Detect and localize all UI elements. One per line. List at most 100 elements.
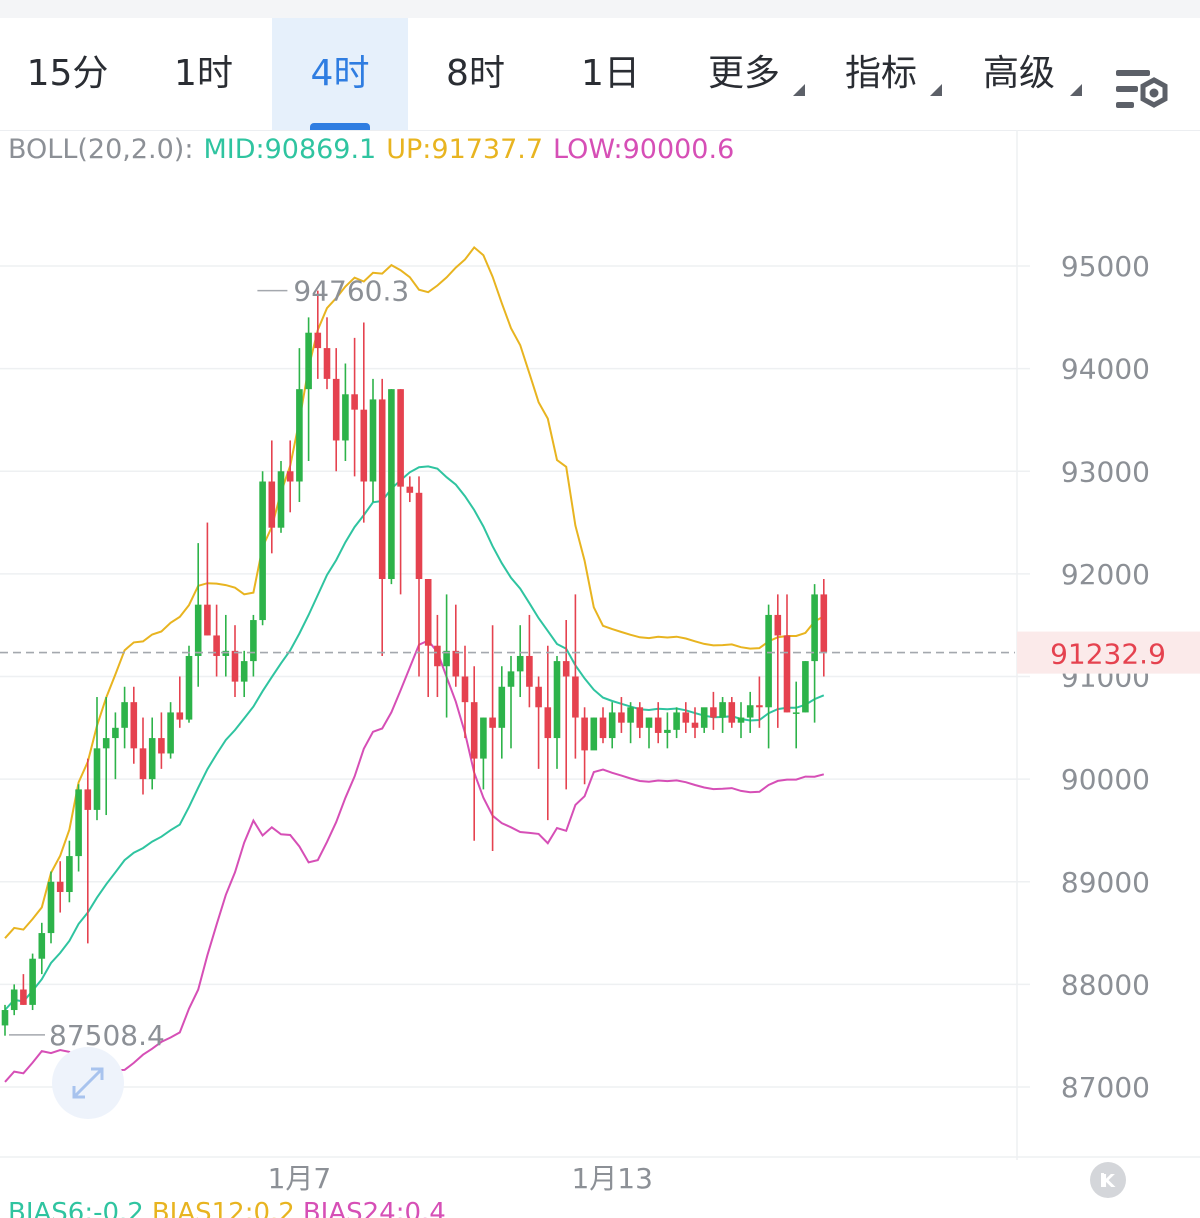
boll-upper-line bbox=[4, 245, 825, 939]
candle-body bbox=[553, 661, 561, 739]
candle-body bbox=[351, 394, 358, 410]
candle-body bbox=[516, 655, 524, 672]
candle-body bbox=[185, 655, 193, 720]
current-price-label: 91232.9 bbox=[1050, 638, 1166, 671]
candle-body bbox=[222, 650, 230, 656]
candle-body bbox=[204, 604, 211, 636]
bias6-value: BIAS6:-0.2 bbox=[8, 1198, 144, 1218]
dropdown-corner-icon bbox=[930, 84, 942, 96]
y-tick-label: 87000 bbox=[1061, 1071, 1150, 1104]
candle-body bbox=[654, 717, 662, 733]
candlestick-chart[interactable]: 9500094000930009200091000900008900088000… bbox=[0, 130, 1200, 1198]
candle-body bbox=[112, 727, 119, 739]
candle-body bbox=[176, 712, 184, 720]
candle-body bbox=[20, 989, 27, 1005]
candle-body bbox=[507, 671, 515, 687]
bias24-value: BIAS24:0.4 bbox=[302, 1198, 446, 1218]
candle-body bbox=[259, 481, 266, 621]
tab-1h[interactable]: 1时 bbox=[135, 18, 272, 130]
x-tick-label: 1月13 bbox=[571, 1162, 652, 1195]
candle-body bbox=[700, 707, 708, 728]
candle-body bbox=[342, 394, 349, 441]
tab-label: 15分 bbox=[26, 53, 109, 94]
candle-body bbox=[682, 712, 690, 723]
x-tick-label: 1月7 bbox=[268, 1162, 332, 1195]
low-label: 87508.4 bbox=[49, 1019, 165, 1052]
candle-body bbox=[498, 686, 506, 728]
candle-body bbox=[728, 702, 736, 723]
candle-body bbox=[581, 717, 588, 751]
tab-15m[interactable]: 15分 bbox=[0, 18, 135, 130]
candle-body bbox=[636, 707, 644, 728]
candle-body bbox=[746, 705, 754, 718]
candle-body bbox=[719, 702, 726, 718]
candle-body bbox=[194, 604, 202, 656]
candle-body bbox=[296, 389, 303, 482]
tab-label: 更多 bbox=[707, 53, 780, 94]
candle-body bbox=[599, 717, 607, 739]
status-strip bbox=[0, 0, 1200, 18]
tab-indicators[interactable]: 指标 bbox=[822, 18, 942, 130]
candle-body bbox=[756, 705, 763, 708]
candle-body bbox=[314, 332, 322, 349]
candle-body bbox=[56, 881, 64, 893]
candle-body bbox=[167, 712, 174, 754]
candle-body bbox=[360, 409, 368, 482]
candle-body bbox=[562, 661, 570, 677]
tab-4h[interactable]: 4时 bbox=[272, 18, 408, 130]
candle-body bbox=[388, 389, 395, 580]
candle-body bbox=[323, 348, 331, 379]
y-tick-label: 90000 bbox=[1061, 763, 1150, 796]
candle-body bbox=[1, 1010, 9, 1026]
candle-body bbox=[544, 707, 552, 739]
candle-body bbox=[627, 707, 634, 723]
candle-body bbox=[240, 661, 248, 682]
candle-body bbox=[38, 933, 46, 959]
candle-body bbox=[250, 620, 257, 662]
y-tick-label: 94000 bbox=[1061, 353, 1150, 386]
candle-body bbox=[645, 717, 653, 728]
candle-body bbox=[130, 702, 138, 749]
expand-arrows-icon[interactable] bbox=[52, 1047, 124, 1119]
candle-body bbox=[148, 738, 156, 780]
chart-settings-icon[interactable] bbox=[1112, 66, 1172, 118]
candle-body bbox=[783, 635, 791, 713]
candle-body bbox=[572, 676, 579, 718]
tab-label: 4时 bbox=[310, 53, 370, 94]
candle-body bbox=[84, 789, 92, 810]
tab-advanced[interactable]: 高级 bbox=[958, 18, 1082, 130]
y-tick-label: 89000 bbox=[1061, 866, 1150, 899]
candle-body bbox=[75, 789, 82, 857]
candle-body bbox=[535, 686, 542, 708]
candle-body bbox=[452, 650, 460, 677]
candle-body bbox=[618, 712, 625, 723]
candle-body bbox=[406, 486, 414, 493]
bias12-value: BIAS12:0.2 bbox=[151, 1198, 295, 1218]
candle-body bbox=[792, 712, 800, 714]
dropdown-corner-icon bbox=[793, 84, 805, 96]
candle-body bbox=[415, 492, 423, 580]
candle-body bbox=[268, 481, 276, 528]
candle-body bbox=[765, 614, 772, 708]
tab-8h[interactable]: 8时 bbox=[408, 18, 543, 130]
candle-body bbox=[158, 738, 165, 754]
candle-body bbox=[480, 717, 487, 759]
tab-label: 8时 bbox=[446, 53, 505, 94]
tab-1d[interactable]: 1日 bbox=[543, 18, 678, 130]
y-tick-label: 92000 bbox=[1061, 558, 1150, 591]
candle-body bbox=[820, 594, 828, 653]
timeframe-tabs: 15分 1时 4时 8时 1日 更多 指标 高级 bbox=[0, 18, 1200, 131]
boll-mid-line bbox=[4, 465, 825, 1011]
candle-body bbox=[664, 729, 671, 733]
candle-body bbox=[231, 650, 239, 682]
candle-body bbox=[305, 332, 312, 390]
candle-body bbox=[489, 717, 496, 728]
collapse-k-icon[interactable]: K bbox=[1090, 1162, 1126, 1198]
candle-body bbox=[737, 717, 745, 723]
dropdown-corner-icon bbox=[1070, 84, 1082, 96]
tab-label: 1时 bbox=[174, 53, 233, 94]
tab-more[interactable]: 更多 bbox=[685, 18, 805, 130]
tab-label: 高级 bbox=[982, 53, 1055, 94]
candle-body bbox=[774, 614, 782, 636]
active-tab-indicator bbox=[310, 123, 370, 130]
